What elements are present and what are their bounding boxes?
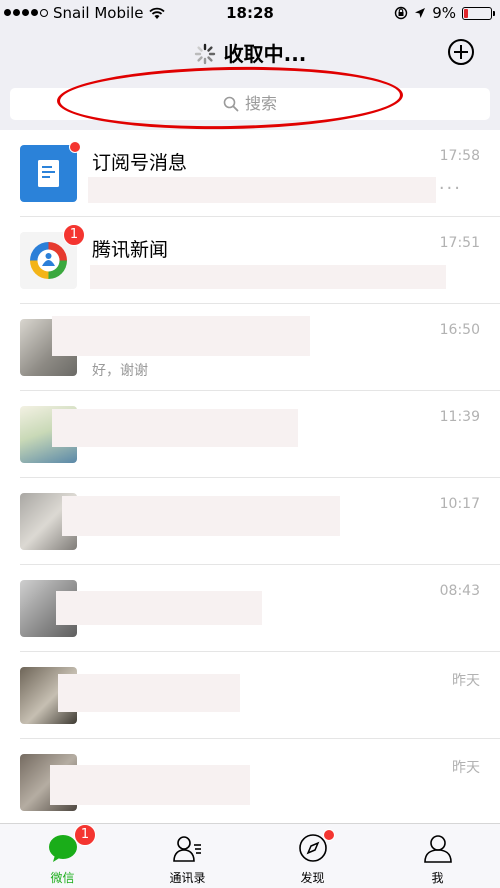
unread-count-badge: 1 (63, 224, 85, 246)
unread-dot-badge (69, 141, 81, 153)
tab-contacts[interactable]: 通讯录 (125, 824, 250, 888)
subscription-avatar (20, 145, 77, 202)
redaction-block (62, 496, 340, 536)
tab-label: 通讯录 (169, 871, 206, 885)
redaction-block (50, 765, 250, 805)
person-icon (424, 835, 452, 863)
battery-icon (462, 6, 495, 20)
redaction-block (52, 316, 310, 356)
tab-label: 我 (431, 871, 444, 885)
chat-name: 订阅号消息 (92, 152, 188, 174)
chat-row-tencent-news[interactable]: 1 腾讯新闻 17:51 (0, 217, 500, 304)
status-bar: Snail Mobile 18:28 9% (0, 0, 500, 26)
page-title-text: 收取中... (223, 42, 307, 66)
chat-list: 订阅号消息 17:58 ··· 1 腾讯新闻 17:51 16:50 好，谢谢 (0, 130, 500, 826)
status-right: 9% (394, 4, 495, 22)
redaction-block (90, 265, 446, 289)
tab-bar: 1 微信 通讯录 发现 我 (0, 823, 500, 888)
redaction-block (58, 674, 240, 712)
redaction-block (52, 409, 298, 447)
chat-time: 昨天 (452, 673, 480, 689)
unread-dot-badge (323, 829, 335, 841)
tab-me[interactable]: 我 (375, 824, 500, 888)
battery-percent: 9% (432, 4, 456, 22)
chat-row-subscriptions[interactable]: 订阅号消息 17:58 ··· (0, 130, 500, 217)
unread-count-badge: 1 (74, 824, 96, 846)
location-icon (415, 8, 426, 18)
rotation-lock-icon (395, 6, 408, 20)
chat-time: 08:43 (439, 583, 480, 599)
add-plus-icon[interactable] (448, 39, 474, 65)
chat-row[interactable]: 08:43 (0, 565, 500, 652)
tab-label: 微信 (50, 871, 75, 885)
tab-label: 发现 (300, 871, 325, 885)
chat-row[interactable]: 昨天 (0, 652, 500, 739)
chat-name: 腾讯新闻 (92, 239, 169, 261)
chat-time: 11:39 (439, 409, 480, 425)
page-title: 收取中... (0, 38, 500, 70)
tab-discover[interactable]: 发现 (250, 824, 375, 888)
contacts-icon (173, 836, 201, 862)
document-icon (38, 160, 59, 187)
redaction-block (56, 591, 262, 625)
chat-preview: 好，谢谢 (92, 363, 148, 379)
chat-time: 昨天 (452, 760, 480, 776)
chat-row[interactable]: 16:50 好，谢谢 (0, 304, 500, 391)
chat-time: 17:51 (439, 235, 480, 251)
chat-row[interactable]: 10:17 (0, 478, 500, 565)
chat-time: 17:58 (439, 148, 480, 164)
tab-chats[interactable]: 1 微信 (0, 824, 125, 888)
chat-row[interactable]: 11:39 (0, 391, 500, 478)
chat-time: 16:50 (439, 322, 480, 338)
loading-spinner-icon (194, 43, 216, 70)
chat-row[interactable]: 昨天 (0, 739, 500, 826)
redaction-block (88, 177, 436, 203)
chat-time: 10:17 (439, 496, 480, 512)
more-dots-icon: ··· (438, 178, 462, 199)
